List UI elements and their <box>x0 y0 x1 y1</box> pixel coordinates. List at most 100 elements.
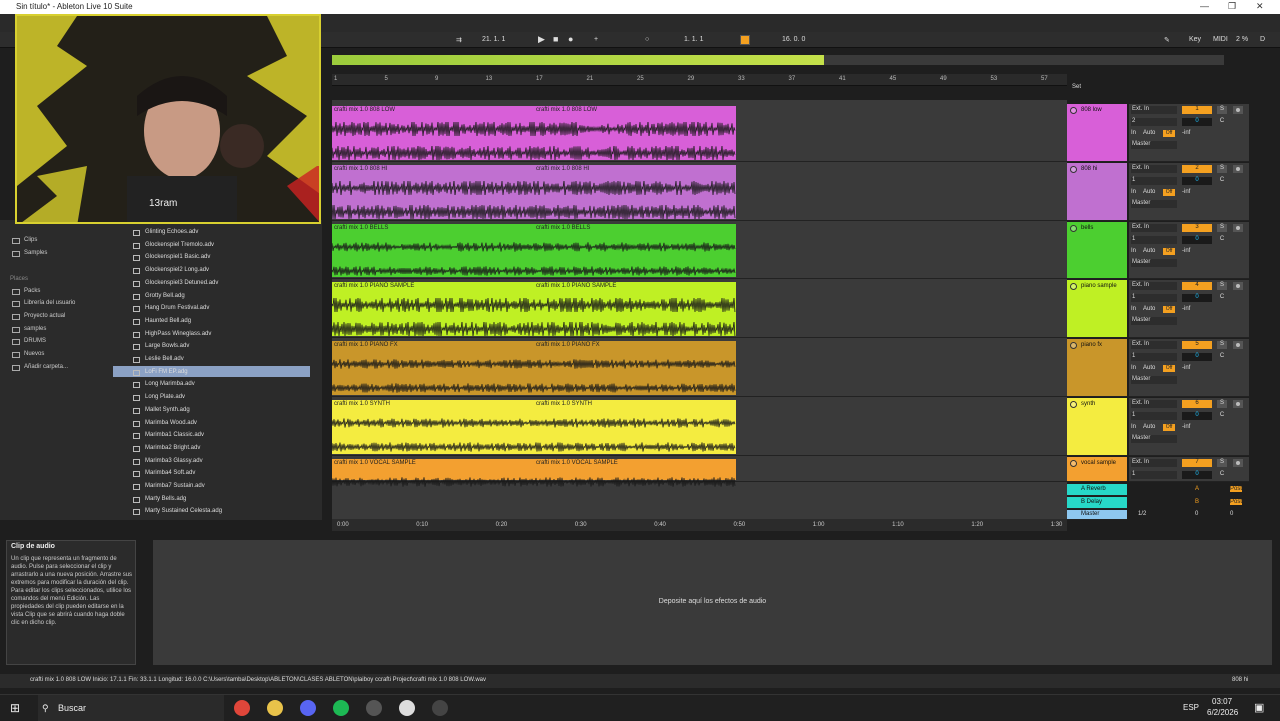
browser-place-item[interactable]: Nuevos <box>24 351 44 357</box>
audio-clip[interactable]: crafti mix 1.0 SYNTH crafti mix 1.0 SYNTH <box>332 400 736 454</box>
track-volume[interactable]: 0 <box>1182 412 1212 420</box>
track-name[interactable]: piano fx <box>1081 342 1102 348</box>
browser-file-item[interactable]: Long Marimba.adv <box>145 381 195 387</box>
track-fold-icon[interactable] <box>1070 460 1077 467</box>
browser-file-item[interactable]: Glinting Echoes.adv <box>145 229 198 235</box>
input-channel-select[interactable]: 1 <box>1131 294 1177 302</box>
taskbar-search[interactable]: ⚲ Buscar <box>38 695 224 721</box>
monitor-auto-button[interactable]: Auto <box>1143 306 1155 312</box>
device-view[interactable]: Deposite aquí los efectos de audio <box>153 540 1272 665</box>
output-select[interactable]: Master <box>1131 317 1177 325</box>
browser-file-item[interactable]: Leslie Bell.adv <box>145 356 184 362</box>
arrangement-overview[interactable] <box>332 55 1224 65</box>
overdub-icon[interactable]: + <box>594 36 598 43</box>
return-post-button[interactable]: Post <box>1230 499 1243 505</box>
audio-clip[interactable]: crafti mix 1.0 808 HI crafti mix 1.0 808 … <box>332 165 736 219</box>
solo-button[interactable]: S <box>1217 106 1227 114</box>
maximize-button[interactable]: ❐ <box>1228 1 1236 12</box>
browser-file-item[interactable]: Haunted Bell.adg <box>145 318 191 324</box>
midi-map-button[interactable]: MIDI <box>1213 36 1228 43</box>
arm-record-icon[interactable] <box>1233 165 1243 173</box>
browser-file-item[interactable]: Glockenspiel1 Basic.adv <box>145 254 210 260</box>
key-map-button[interactable]: Key <box>1189 36 1201 43</box>
browser-file-item[interactable]: HighPass Wineglass.adv <box>145 331 211 337</box>
return-track-name[interactable]: B Delay <box>1081 499 1102 505</box>
browser-place-item[interactable]: Packs <box>24 288 40 294</box>
input-channel-select[interactable]: 1 <box>1131 412 1177 420</box>
solo-button[interactable]: S <box>1217 165 1227 173</box>
browser-file-item[interactable]: Glockenspiel2 Long.adv <box>145 267 209 273</box>
track-header[interactable]: vocal sample <box>1067 457 1127 482</box>
input-type-select[interactable]: Ext. In <box>1131 459 1177 467</box>
audio-clip[interactable]: crafti mix 1.0 PIANO SAMPLE crafti mix 1.… <box>332 282 736 336</box>
input-type-select[interactable]: Ext. In <box>1131 106 1177 114</box>
monitor-auto-button[interactable]: Auto <box>1143 365 1155 371</box>
follow-icon[interactable]: ⇉ <box>456 36 462 44</box>
input-channel-select[interactable]: 1 <box>1131 471 1177 479</box>
browser-place-item[interactable]: Clips <box>24 237 37 243</box>
browser-file-item[interactable]: Hang Drum Festival.adv <box>145 305 209 311</box>
monitor-in-button[interactable]: In <box>1131 130 1136 136</box>
track-lane[interactable]: crafti mix 1.0 808 HI crafti mix 1.0 808 … <box>332 163 1067 221</box>
track-volume[interactable]: 0 <box>1182 353 1212 361</box>
browser-place-item[interactable]: DRUMS <box>24 338 46 344</box>
browser-place-item[interactable]: samples <box>24 326 46 332</box>
folder-icon[interactable] <box>267 700 283 716</box>
track-lane[interactable]: crafti mix 1.0 PIANO SAMPLE crafti mix 1.… <box>332 280 1067 338</box>
monitor-auto-button[interactable]: Auto <box>1143 189 1155 195</box>
audio-clip[interactable]: crafti mix 1.0 PIANO FX crafti mix 1.0 PI… <box>332 341 736 395</box>
track-fold-icon[interactable] <box>1070 342 1077 349</box>
solo-button[interactable]: S <box>1217 341 1227 349</box>
browser-place-item[interactable]: Proyecto actual <box>24 313 65 319</box>
return-letter[interactable]: A <box>1195 486 1199 492</box>
track-activator[interactable]: 5 <box>1182 341 1212 349</box>
loop-length[interactable]: 16. 0. 0 <box>782 36 805 43</box>
track-fold-icon[interactable] <box>1070 166 1077 173</box>
track-activator[interactable]: 3 <box>1182 224 1212 232</box>
solo-button[interactable]: S <box>1217 459 1227 467</box>
master-pan[interactable]: 0 <box>1230 511 1233 517</box>
arm-record-icon[interactable] <box>1233 106 1243 114</box>
input-channel-select[interactable]: 1 <box>1131 353 1177 361</box>
audio-clip[interactable]: crafti mix 1.0 VOCAL SAMPLE crafti mix 1.… <box>332 459 736 487</box>
monitor-off-button[interactable]: Off <box>1163 365 1175 372</box>
track-header[interactable]: piano fx <box>1067 339 1127 397</box>
browser-file-item[interactable]: Marty Sustained Celesta.adg <box>145 508 222 514</box>
input-channel-select[interactable]: 1 <box>1131 236 1177 244</box>
monitor-in-button[interactable]: In <box>1131 365 1136 371</box>
track-lane[interactable]: crafti mix 1.0 PIANO FX crafti mix 1.0 PI… <box>332 339 1067 397</box>
close-button[interactable]: ✕ <box>1256 1 1264 12</box>
solo-button[interactable]: S <box>1217 224 1227 232</box>
arm-record-icon[interactable] <box>1233 400 1243 408</box>
notifications-icon[interactable]: ▣ <box>1254 701 1264 714</box>
monitor-off-button[interactable]: Off <box>1163 189 1175 196</box>
track-lane[interactable]: crafti mix 1.0 SYNTH crafti mix 1.0 SYNTH <box>332 398 1067 456</box>
track-activator[interactable]: 7 <box>1182 459 1212 467</box>
monitor-in-button[interactable]: In <box>1131 189 1136 195</box>
input-type-select[interactable]: Ext. In <box>1131 165 1177 173</box>
track-lane[interactable]: crafti mix 1.0 VOCAL SAMPLE crafti mix 1.… <box>332 457 1067 487</box>
return-track-header[interactable]: A Reverb <box>1067 484 1127 496</box>
input-channel-select[interactable]: 2 <box>1131 118 1177 126</box>
clock-date[interactable]: 6/2/2026 <box>1207 708 1238 717</box>
monitor-off-button[interactable]: Off <box>1163 424 1175 431</box>
track-volume[interactable]: 0 <box>1182 118 1212 126</box>
track-header[interactable]: piano sample <box>1067 280 1127 338</box>
track-activator[interactable]: 6 <box>1182 400 1212 408</box>
track-name[interactable]: 808 hi <box>1081 166 1097 172</box>
monitor-auto-button[interactable]: Auto <box>1143 130 1155 136</box>
browser-file-item[interactable]: Glockenspiel Tremolo.adv <box>145 242 214 248</box>
browser-place-item[interactable]: Samples <box>24 250 47 256</box>
return-track-name[interactable]: A Reverb <box>1081 486 1106 492</box>
track-activator[interactable]: 2 <box>1182 165 1212 173</box>
track-fold-icon[interactable] <box>1070 283 1077 290</box>
track-fold-icon[interactable] <box>1070 107 1077 114</box>
track-header[interactable]: 808 hi <box>1067 163 1127 221</box>
track-activator[interactable]: 4 <box>1182 282 1212 290</box>
output-select[interactable]: Master <box>1131 259 1177 267</box>
master-ratio[interactable]: 1/2 <box>1138 511 1146 517</box>
track-name[interactable]: bells <box>1081 225 1093 231</box>
arm-record-icon[interactable] <box>1233 224 1243 232</box>
return-letter[interactable]: B <box>1195 499 1199 505</box>
browser-file-item[interactable]: Large Bowls.adv <box>145 343 189 349</box>
